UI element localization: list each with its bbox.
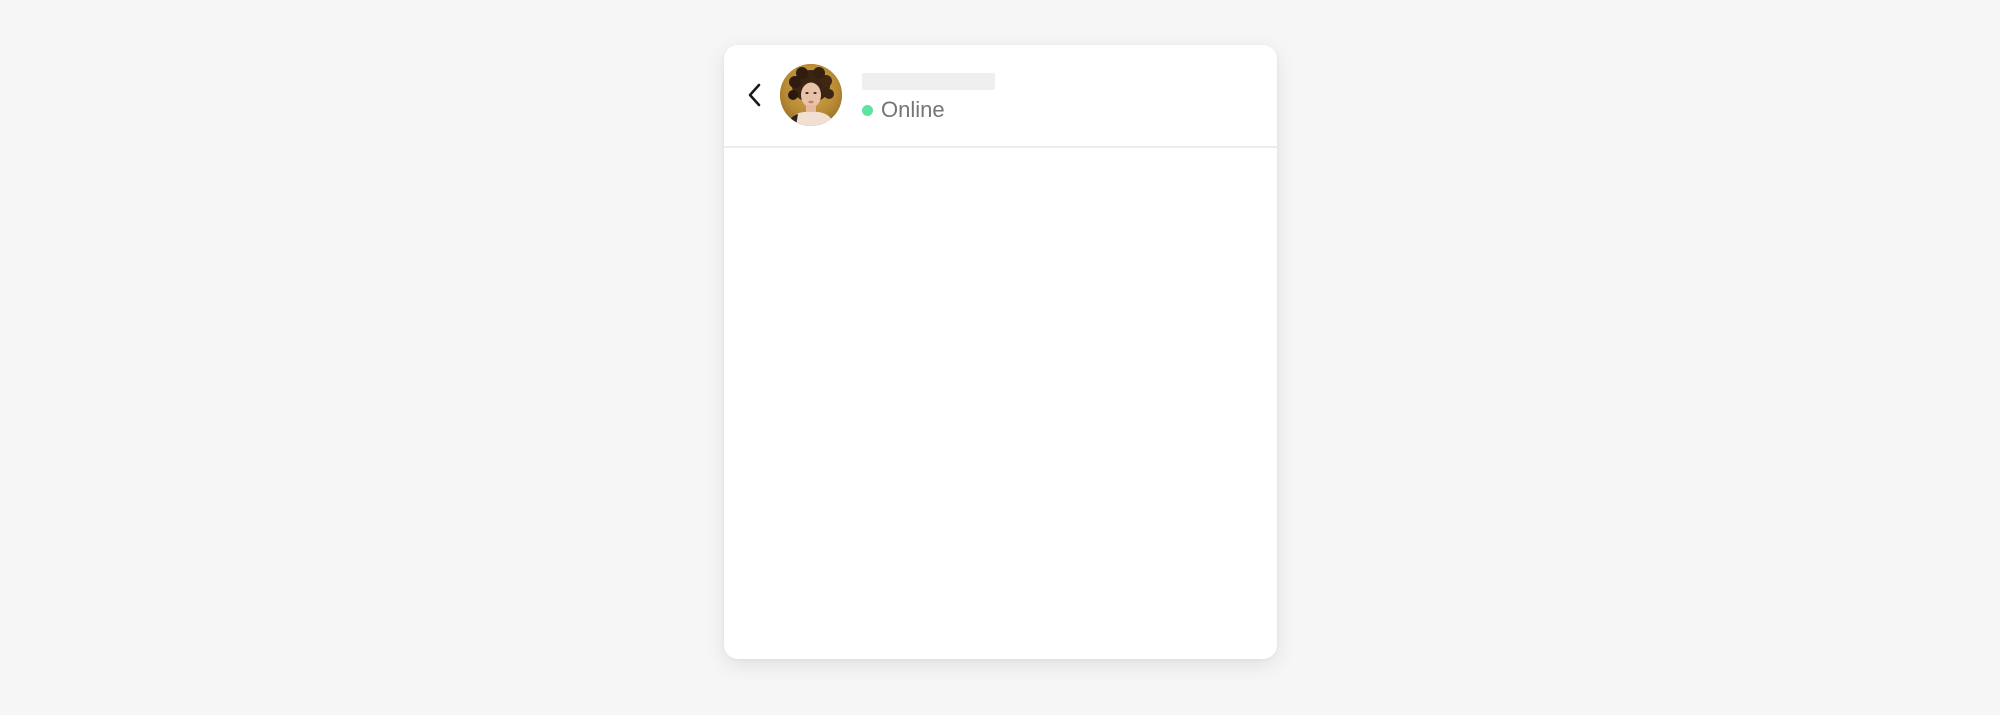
chevron-left-icon [748,83,761,107]
online-indicator-icon [862,104,873,116]
message-area [724,148,1277,659]
back-button[interactable] [740,80,770,110]
contact-photo [780,64,842,126]
chat-header: Online [724,45,1277,148]
contact-name-placeholder [862,73,995,90]
status-label: Online [881,97,945,122]
presence-status: Online [862,97,945,123]
chat-window: Online [724,45,1277,659]
avatar[interactable] [780,64,842,126]
